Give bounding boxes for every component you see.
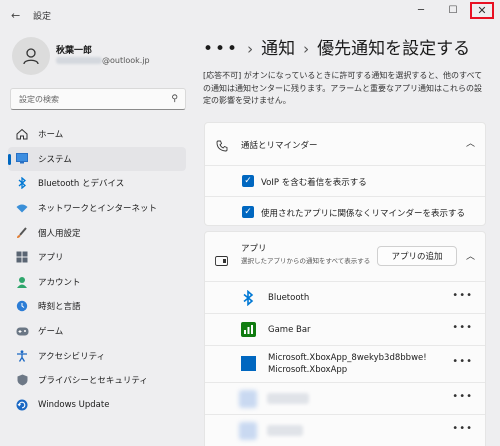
person-icon [23, 48, 39, 65]
search-input[interactable]: 設定の検索 ⚲ [10, 88, 186, 110]
sidebar-item-label: アカウント [38, 277, 81, 288]
privacy-icon [15, 373, 29, 387]
sidebar-nav: ホーム システム Bluetooth とデバイス ネットワークとインターネット … [8, 122, 186, 417]
section-title: 通話とリマインダー [241, 141, 318, 151]
system-icon [15, 152, 29, 166]
app-name: Bluetooth [268, 293, 310, 303]
apps-header: アプリ 選択したアプリからの通知をすべて表示する アプリの追加 ︿ [205, 232, 485, 281]
apps-section: アプリ 選択したアプリからの通知をすべて表示する アプリの追加 ︿ Blueto… [204, 231, 486, 446]
user-email: @outlook.jp [56, 56, 150, 65]
user-name: 秋葉一郎 [56, 46, 93, 56]
sidebar-item-system[interactable]: システム [8, 146, 186, 172]
sidebar-item-label: プライバシーとセキュリティ [38, 376, 148, 387]
sidebar-item-accessibility[interactable]: アクセシビリティ [8, 343, 186, 368]
app-window-icon [215, 251, 228, 270]
chevron-right-icon: › [247, 40, 254, 58]
phone-icon [216, 137, 228, 156]
sidebar-item-network[interactable]: ネットワークとインターネット [8, 196, 186, 221]
windows-update-icon [15, 398, 29, 412]
voip-option-label: VoIP を含む着信を表示する [261, 178, 367, 188]
sidebar-item-time-language[interactable]: 時刻と言語 [8, 294, 186, 319]
sidebar-item-gaming[interactable]: ゲーム [8, 319, 186, 344]
apps-title: アプリ [241, 244, 267, 254]
page-title: 優先通知を設定する [317, 39, 471, 59]
search-icon: ⚲ [171, 94, 178, 104]
sidebar-item-label: ネットワークとインターネット [38, 204, 158, 215]
more-options-button[interactable]: ••• [452, 322, 473, 333]
blurred-app-name [267, 393, 309, 404]
sidebar-item-label: Windows Update [38, 399, 110, 410]
apps-icon [15, 250, 29, 264]
sidebar-item-windows-update[interactable]: Windows Update [8, 393, 186, 418]
more-options-button[interactable]: ••• [452, 423, 473, 434]
app-list-item: ••• [205, 415, 485, 446]
add-app-button[interactable]: アプリの追加 [377, 246, 457, 266]
sidebar-item-accounts[interactable]: アカウント [8, 270, 186, 295]
minimize-button[interactable]: ─ [408, 0, 434, 20]
calls-reminders-section: 通話とリマインダー ︿ ✓ VoIP を含む着信を表示する ✓ 使用されたアプリ… [204, 122, 486, 226]
network-icon [15, 201, 29, 215]
avatar [12, 37, 50, 75]
sidebar-item-label: 時刻と言語 [38, 302, 81, 313]
app-name: Game Bar [268, 325, 311, 335]
sidebar-item-label: ホーム [38, 130, 64, 141]
page-description: [応答不可] がオンになっているときに許可する通知を選択すると、他のすべての通知… [203, 71, 483, 105]
reminders-option-row: ✓ 使用されたアプリに関係なくリマインダーを表示する [205, 197, 485, 227]
app-list-item: ••• [205, 383, 485, 414]
chevron-up-icon[interactable]: ︿ [466, 249, 475, 262]
bluetooth-app-icon [241, 289, 255, 310]
personalization-icon [15, 226, 29, 240]
breadcrumb: ••• › 通知 › 優先通知を設定する [203, 34, 470, 59]
sidebar-item-label: システム [38, 154, 72, 165]
maximize-button[interactable]: ☐ [440, 0, 466, 20]
apps-subtitle: 選択したアプリからの通知をすべて表示する [241, 257, 371, 265]
email-redaction [56, 57, 102, 64]
more-options-button[interactable]: ••• [452, 290, 473, 301]
close-button[interactable]: ✕ [470, 2, 494, 19]
sidebar-item-label: Bluetooth とデバイス [38, 179, 125, 190]
account-icon [15, 275, 29, 289]
chevron-up-icon[interactable]: ︿ [466, 136, 475, 149]
voip-option-row: ✓ VoIP を含む着信を表示する [205, 166, 485, 196]
calls-reminders-header[interactable]: 通話とリマインダー ︿ [205, 123, 485, 165]
reminders-option-label: 使用されたアプリに関係なくリマインダーを表示する [261, 209, 466, 219]
app-list-item: Bluetooth ••• [205, 282, 485, 313]
back-arrow-icon[interactable]: ← [11, 9, 20, 22]
sidebar-item-label: 個人用設定 [38, 228, 81, 239]
accessibility-icon [15, 349, 29, 363]
blurred-app-name [267, 425, 303, 436]
voip-checkbox[interactable]: ✓ [242, 175, 254, 187]
title-bar: ← 設定 ─ ☐ ✕ [0, 0, 500, 30]
xbox-app-icon [241, 356, 256, 371]
more-options-button[interactable]: ••• [452, 391, 473, 402]
app-list-item: Microsoft.XboxApp_8wekyb3d8bbwe! Microso… [205, 346, 485, 382]
sidebar-item-privacy[interactable]: プライバシーとセキュリティ [8, 368, 186, 393]
sidebar-item-label: ゲーム [38, 327, 64, 338]
breadcrumb-more-button[interactable]: ••• [203, 39, 239, 59]
blurred-app-icon [239, 422, 257, 440]
window-title: 設定 [33, 12, 52, 22]
chevron-right-icon: › [303, 40, 310, 58]
sidebar-item-label: アクセシビリティ [38, 351, 106, 362]
sidebar-item-personalization[interactable]: 個人用設定 [8, 220, 186, 245]
more-options-button[interactable]: ••• [452, 356, 473, 367]
gaming-icon [15, 324, 29, 338]
sidebar-item-label: アプリ [38, 253, 64, 264]
blurred-app-icon [239, 390, 257, 408]
game-bar-icon [241, 322, 256, 341]
home-icon [15, 127, 29, 141]
app-list-item: Game Bar ••• [205, 314, 485, 345]
app-name: Microsoft.XboxApp_8wekyb3d8bbwe! Microso… [268, 353, 427, 375]
sidebar-item-bluetooth[interactable]: Bluetooth とデバイス [8, 171, 186, 196]
reminders-checkbox[interactable]: ✓ [242, 206, 254, 218]
bluetooth-icon [15, 176, 29, 190]
time-language-icon [15, 299, 29, 313]
sidebar-item-apps[interactable]: アプリ [8, 245, 186, 270]
sidebar-item-home[interactable]: ホーム [8, 122, 186, 147]
search-placeholder: 設定の検索 [19, 95, 59, 104]
breadcrumb-parent-link[interactable]: 通知 [261, 39, 295, 59]
